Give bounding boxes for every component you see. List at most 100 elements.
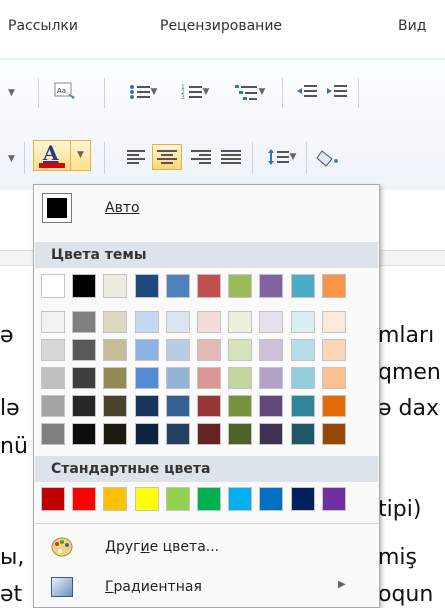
theme-shade-swatch[interactable]	[321, 311, 346, 333]
theme-shade-swatch[interactable]	[259, 367, 284, 389]
theme-shade-swatch[interactable]	[197, 395, 221, 417]
standard-color-swatch[interactable]	[134, 487, 159, 511]
theme-shade-swatch[interactable]	[321, 367, 346, 389]
theme-shade-swatch[interactable]	[259, 339, 284, 361]
theme-color-swatch[interactable]	[259, 274, 284, 298]
standard-color-swatch[interactable]	[259, 487, 284, 511]
standard-color-swatch[interactable]	[165, 487, 190, 511]
tab-view[interactable]: Вид	[398, 18, 426, 34]
standard-color-swatch[interactable]	[321, 487, 346, 511]
theme-shade-swatch[interactable]	[41, 423, 65, 445]
standard-color-swatch[interactable]	[103, 487, 128, 511]
theme-shade-swatch[interactable]	[228, 339, 253, 361]
align-center-button[interactable]	[152, 144, 182, 170]
theme-color-swatch[interactable]	[228, 274, 253, 298]
standard-color-swatch[interactable]	[290, 487, 315, 511]
theme-shade-swatch[interactable]	[41, 311, 65, 333]
theme-shade-swatch[interactable]	[228, 423, 253, 445]
theme-shade-swatch[interactable]	[134, 311, 159, 333]
theme-shade-swatch[interactable]	[290, 367, 315, 389]
theme-shade-swatch[interactable]	[259, 423, 284, 445]
theme-color-swatch[interactable]	[41, 274, 65, 298]
bullets-button[interactable]: ▼	[124, 82, 162, 102]
dropdown-arrow-icon[interactable]: ▼	[77, 150, 84, 160]
theme-shade-swatch[interactable]	[321, 339, 346, 361]
theme-shade-swatch[interactable]	[290, 311, 315, 333]
more-colors-label: Другие цвета...	[105, 539, 220, 555]
theme-shade-swatch[interactable]	[228, 311, 253, 333]
theme-shade-swatch[interactable]	[290, 423, 315, 445]
separator	[104, 142, 105, 174]
more-colors-option[interactable]: Другие цвета...	[35, 529, 378, 565]
font-color-button[interactable]: A ▼	[33, 140, 93, 172]
increase-indent-button[interactable]	[324, 82, 350, 102]
theme-shade-swatch[interactable]	[197, 367, 221, 389]
theme-shade-swatch[interactable]	[165, 367, 190, 389]
standard-color-swatch[interactable]	[72, 487, 97, 511]
theme-color-swatch[interactable]	[134, 274, 159, 298]
theme-shade-swatch[interactable]	[197, 423, 221, 445]
standard-color-swatch[interactable]	[197, 487, 221, 511]
theme-shade-swatch[interactable]	[72, 311, 97, 333]
dropdown-arrow-icon[interactable]: ▼	[259, 87, 266, 97]
theme-shade-swatch[interactable]	[72, 367, 97, 389]
theme-color-swatch[interactable]	[72, 274, 97, 298]
theme-shade-swatch[interactable]	[259, 311, 284, 333]
theme-color-swatch[interactable]	[103, 274, 128, 298]
dropdown-arrow-icon[interactable]: ▼	[8, 88, 15, 98]
theme-shade-swatch[interactable]	[228, 367, 253, 389]
theme-shade-swatch[interactable]	[165, 423, 190, 445]
theme-shade-swatch[interactable]	[165, 311, 190, 333]
theme-shade-swatch[interactable]	[165, 339, 190, 361]
justify-button[interactable]	[218, 146, 244, 168]
theme-shade-swatch[interactable]	[103, 423, 128, 445]
theme-shade-swatch[interactable]	[134, 339, 159, 361]
theme-color-swatch[interactable]	[197, 274, 221, 298]
dropdown-arrow-icon[interactable]: ▼	[151, 87, 158, 97]
theme-shade-swatch[interactable]	[165, 395, 190, 417]
theme-shade-swatch[interactable]	[103, 311, 128, 333]
gradient-option[interactable]: Градиентная ▶	[35, 569, 378, 605]
dropdown-arrow-icon[interactable]: ▼	[8, 154, 15, 164]
theme-shade-swatch[interactable]	[134, 423, 159, 445]
theme-shade-swatch[interactable]	[259, 395, 284, 417]
theme-shade-swatch[interactable]	[103, 367, 128, 389]
theme-shade-swatch[interactable]	[41, 395, 65, 417]
decrease-indent-button[interactable]	[294, 82, 320, 102]
theme-shade-swatch[interactable]	[41, 339, 65, 361]
theme-shade-swatch[interactable]	[228, 395, 253, 417]
change-case-button[interactable]: Aa	[52, 80, 78, 104]
dropdown-arrow-icon[interactable]: ▼	[290, 152, 297, 162]
theme-shade-swatch[interactable]	[321, 423, 346, 445]
theme-color-swatch[interactable]	[321, 274, 346, 298]
theme-color-swatch[interactable]	[290, 274, 315, 298]
tab-mailings[interactable]: Рассылки	[8, 18, 78, 34]
align-right-button[interactable]	[188, 146, 214, 168]
theme-shade-swatch[interactable]	[72, 423, 97, 445]
theme-color-swatch[interactable]	[165, 274, 190, 298]
tab-review[interactable]: Рецензирование	[160, 18, 282, 34]
auto-color-option[interactable]: Авто	[35, 190, 378, 226]
dropdown-arrow-icon[interactable]: ▼	[203, 87, 210, 97]
theme-shade-swatch[interactable]	[103, 395, 128, 417]
numbering-button[interactable]: 123 ▼	[176, 82, 214, 102]
standard-color-swatch[interactable]	[41, 487, 65, 511]
theme-shade-swatch[interactable]	[290, 339, 315, 361]
theme-shade-swatch[interactable]	[321, 395, 346, 417]
theme-shade-swatch[interactable]	[290, 395, 315, 417]
theme-shade-swatch[interactable]	[41, 367, 65, 389]
line-spacing-button[interactable]: ▼	[262, 146, 302, 168]
shading-button[interactable]	[314, 146, 344, 170]
document-text-line: nü	[0, 434, 28, 459]
theme-shade-swatch[interactable]	[134, 367, 159, 389]
align-left-button[interactable]	[124, 146, 150, 168]
standard-color-swatch[interactable]	[228, 487, 253, 511]
multilevel-list-button[interactable]: ▼	[228, 82, 272, 102]
theme-shade-swatch[interactable]	[197, 339, 221, 361]
theme-shade-swatch[interactable]	[103, 339, 128, 361]
theme-shade-swatch[interactable]	[72, 339, 97, 361]
theme-shade-swatch[interactable]	[72, 395, 97, 417]
theme-shade-swatch[interactable]	[134, 395, 159, 417]
theme-shade-swatch[interactable]	[197, 311, 221, 333]
bullet-list-icon	[129, 85, 150, 99]
